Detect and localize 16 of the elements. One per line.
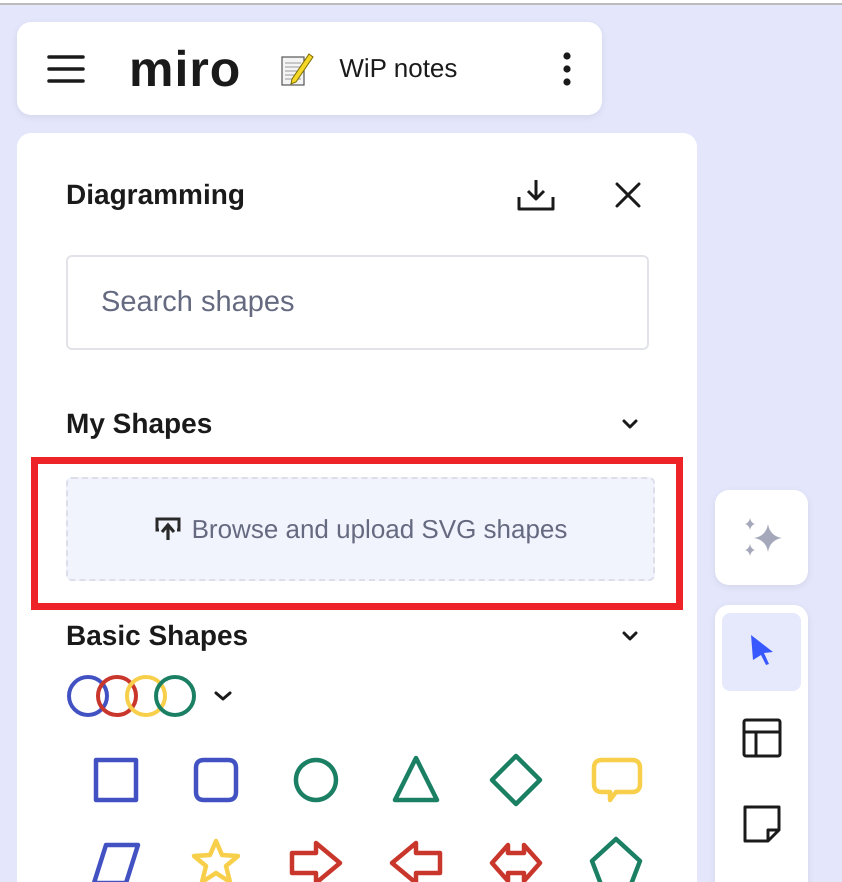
section-title: Basic Shapes bbox=[66, 620, 248, 652]
upload-button[interactable]: Browse and upload SVG shapes bbox=[66, 477, 655, 581]
upload-icon bbox=[154, 516, 182, 542]
search-field[interactable]: Search shapes bbox=[66, 255, 649, 350]
chevron-icon[interactable] bbox=[212, 689, 234, 703]
cursor-icon[interactable] bbox=[722, 613, 801, 691]
download-icon[interactable] bbox=[516, 177, 556, 213]
menu-icon[interactable] bbox=[47, 54, 85, 84]
chevron-icon[interactable] bbox=[620, 417, 640, 431]
panel-title: Diagramming bbox=[66, 179, 246, 211]
chevron-icon[interactable] bbox=[620, 629, 640, 643]
more-options-icon[interactable] bbox=[562, 52, 572, 86]
board-name[interactable]: WiP notes bbox=[339, 53, 458, 84]
section-title: My Shapes bbox=[66, 408, 212, 440]
close-icon[interactable] bbox=[614, 181, 642, 209]
logo[interactable]: miro bbox=[129, 44, 242, 94]
